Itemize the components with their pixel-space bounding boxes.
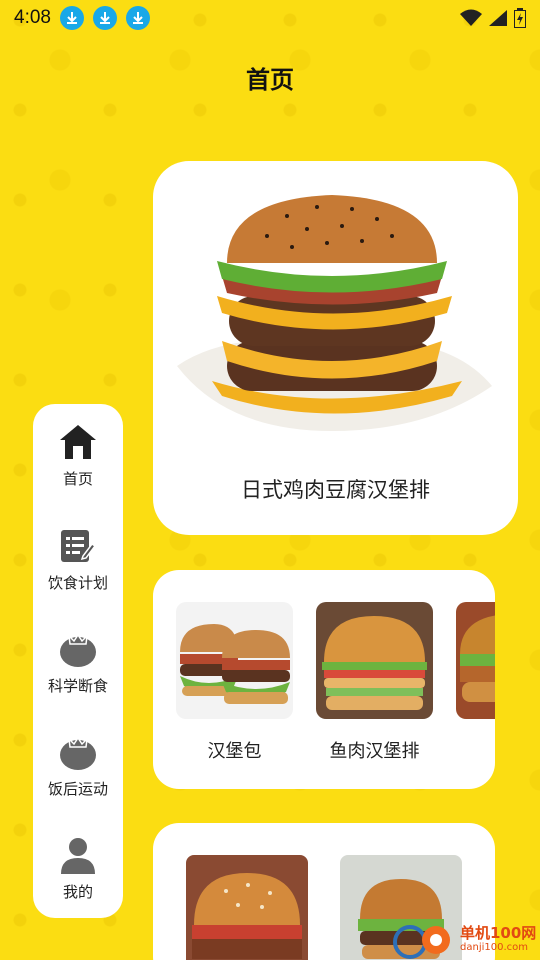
status-icons: [460, 8, 526, 28]
featured-recipe-card[interactable]: 日式鸡肉豆腐汉堡排: [153, 161, 518, 535]
sidebar-nav: 首页 饮食计划 科学断食 饭后运动 我的: [33, 404, 123, 918]
wifi-icon: [460, 9, 482, 26]
notepad-icon: [58, 526, 98, 566]
category-item-fish-burger[interactable]: 鱼肉汉堡排: [316, 602, 433, 763]
download-icon: [92, 6, 117, 30]
category-item-homemade[interactable]: 自制: [456, 602, 495, 763]
featured-recipe-title: 日式鸡肉豆腐汉堡排: [241, 478, 430, 502]
category-card: 汉堡包 鱼肉汉堡排 自制: [153, 570, 495, 789]
sidebar-item-fasting[interactable]: 科学断食: [33, 629, 123, 719]
battery-icon: [514, 8, 526, 28]
download-icon: [125, 6, 150, 30]
tomato-icon: [58, 732, 98, 772]
chicken-burger-image: [456, 602, 495, 719]
sidebar-item-label: 首页: [62, 470, 93, 488]
sidebar-item-diet-plan[interactable]: 饮食计划: [33, 526, 123, 616]
sidebar-item-home[interactable]: 首页: [33, 422, 123, 512]
sidebar-item-label: 我的: [62, 883, 93, 901]
watermark: 单机100网 danji100.com: [392, 918, 540, 960]
sidebar-item-label: 饮食计划: [47, 574, 108, 592]
tomato-icon: [58, 629, 98, 669]
fish-burger-image: [316, 602, 433, 719]
category-label: 自制: [456, 737, 495, 763]
page-title: 首页: [246, 66, 294, 94]
sidebar-item-label: 科学断食: [47, 677, 108, 695]
watermark-text: 单机100网: [460, 923, 537, 942]
home-icon: [58, 422, 98, 462]
status-time: 4:08: [14, 7, 51, 28]
watermark-url: danji100.com: [460, 941, 528, 953]
category-label: 鱼肉汉堡排: [329, 741, 420, 762]
category-item-burger[interactable]: 汉堡包: [176, 602, 293, 763]
burger-image: [177, 195, 492, 431]
status-bar: 4:08: [0, 0, 540, 36]
signal-icon: [489, 10, 507, 26]
category-label: 汉堡包: [207, 741, 262, 762]
sidebar-item-label: 饭后运动: [47, 780, 108, 798]
burger-photo-image[interactable]: [186, 855, 308, 960]
watermark-logo-icon: [393, 925, 450, 959]
double-burger-image: [176, 602, 293, 719]
sidebar-item-me[interactable]: 我的: [33, 835, 123, 925]
download-icon: [59, 6, 84, 30]
user-icon: [58, 835, 98, 875]
sidebar-item-exercise[interactable]: 饭后运动: [33, 732, 123, 822]
